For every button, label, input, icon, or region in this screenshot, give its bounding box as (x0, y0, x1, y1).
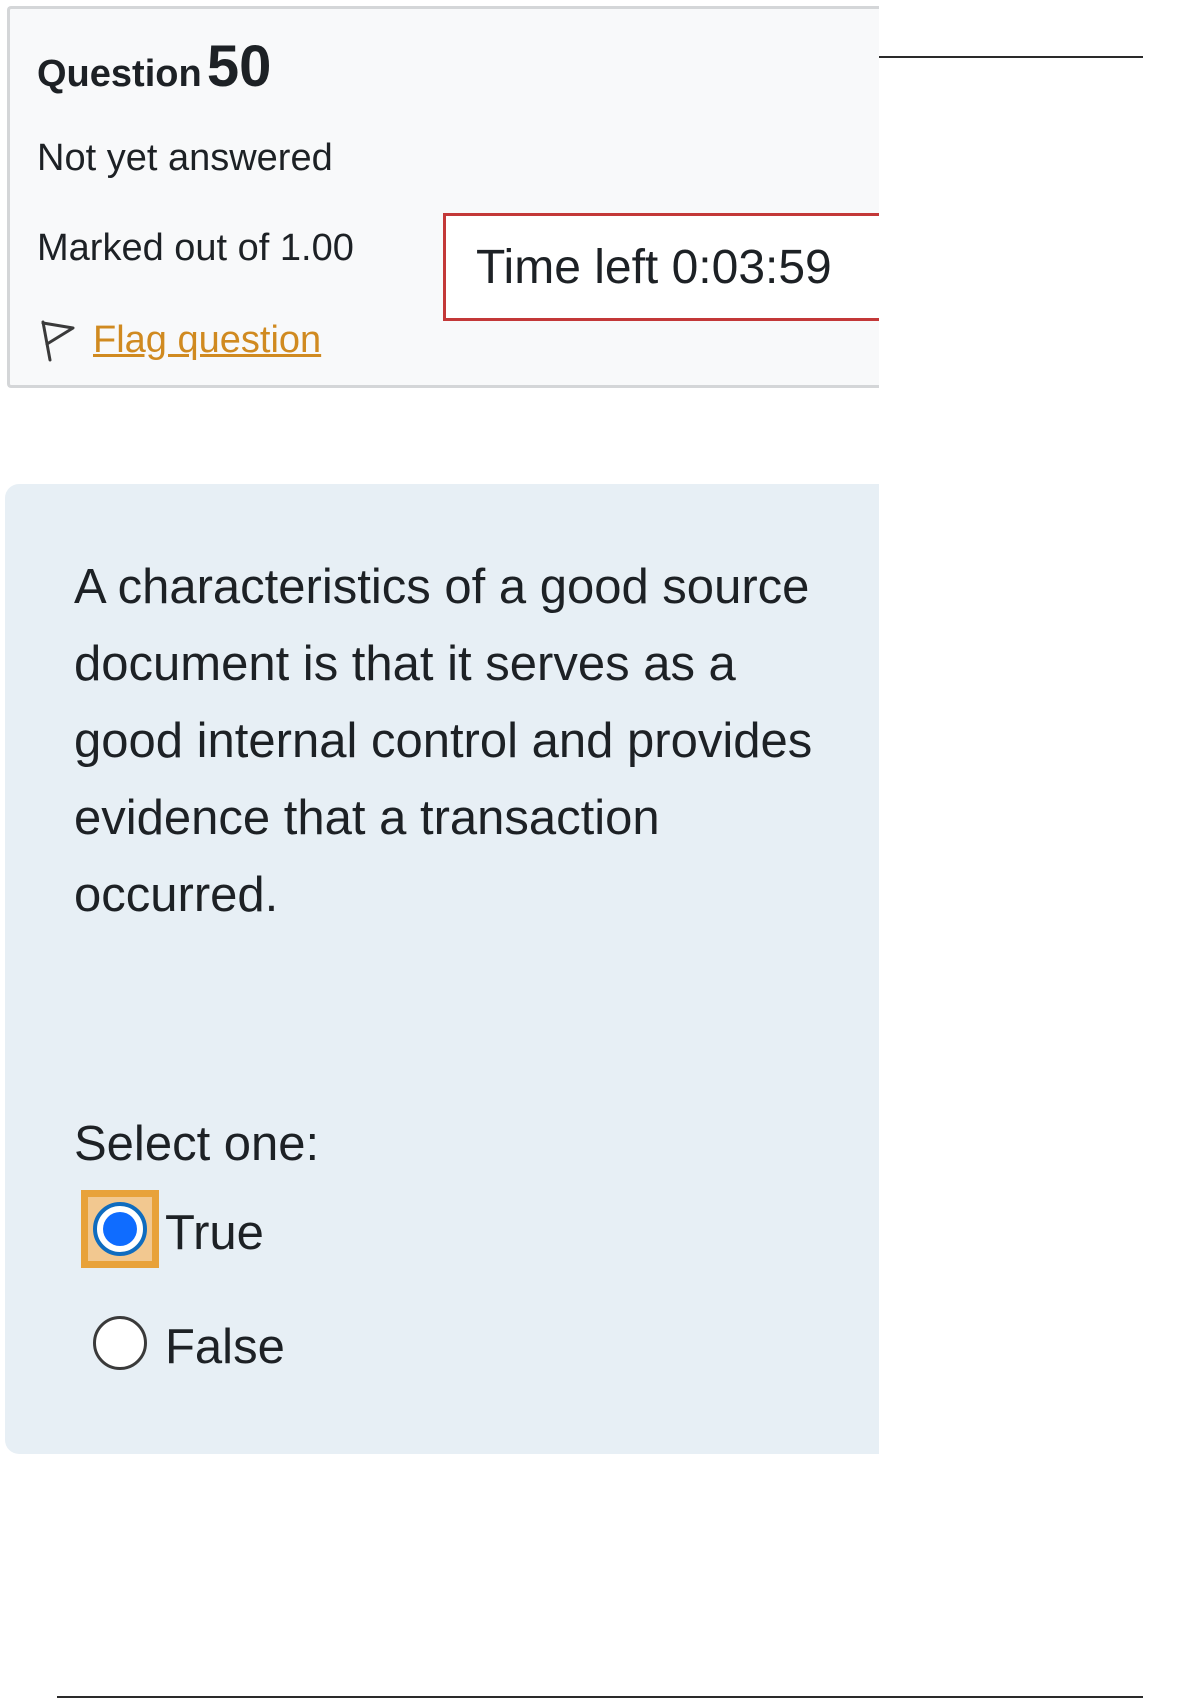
question-text: A characteristics of a good source docum… (74, 560, 813, 922)
radio-false[interactable] (93, 1316, 147, 1370)
option-label-true[interactable]: True (165, 1205, 264, 1261)
flag-question-link[interactable]: Flag question (93, 319, 321, 362)
option-label-false[interactable]: False (165, 1319, 285, 1375)
flag-icon[interactable] (37, 318, 77, 362)
top-divider (879, 56, 1143, 58)
quiz-timer: Time left 0:03:59 (443, 213, 879, 321)
radio-wrap-false[interactable] (81, 1304, 159, 1382)
flag-question-control[interactable]: Flag question (37, 315, 321, 365)
question-grade: Marked out of 1.00 (37, 227, 354, 269)
select-one-prompt: Select one: (74, 1117, 320, 1171)
radio-focus-ring[interactable] (81, 1190, 159, 1268)
answer-option-false[interactable]: False (81, 1304, 285, 1382)
bottom-divider (57, 1696, 1143, 1698)
question-info-panel: Question 50 Not yet answered Marked out … (7, 6, 879, 388)
question-number: 50 (206, 34, 272, 99)
timer-value: 0:03:59 (671, 240, 832, 294)
radio-true[interactable] (93, 1202, 147, 1256)
question-heading: Question 50 (37, 33, 271, 100)
question-word: Question (37, 53, 202, 95)
question-state: Not yet answered (37, 137, 333, 179)
answer-option-true[interactable]: True (81, 1190, 264, 1268)
question-content-panel: A characteristics of a good source docum… (5, 484, 879, 1454)
radio-selected-dot (103, 1212, 137, 1246)
timer-label: Time left (476, 240, 659, 294)
